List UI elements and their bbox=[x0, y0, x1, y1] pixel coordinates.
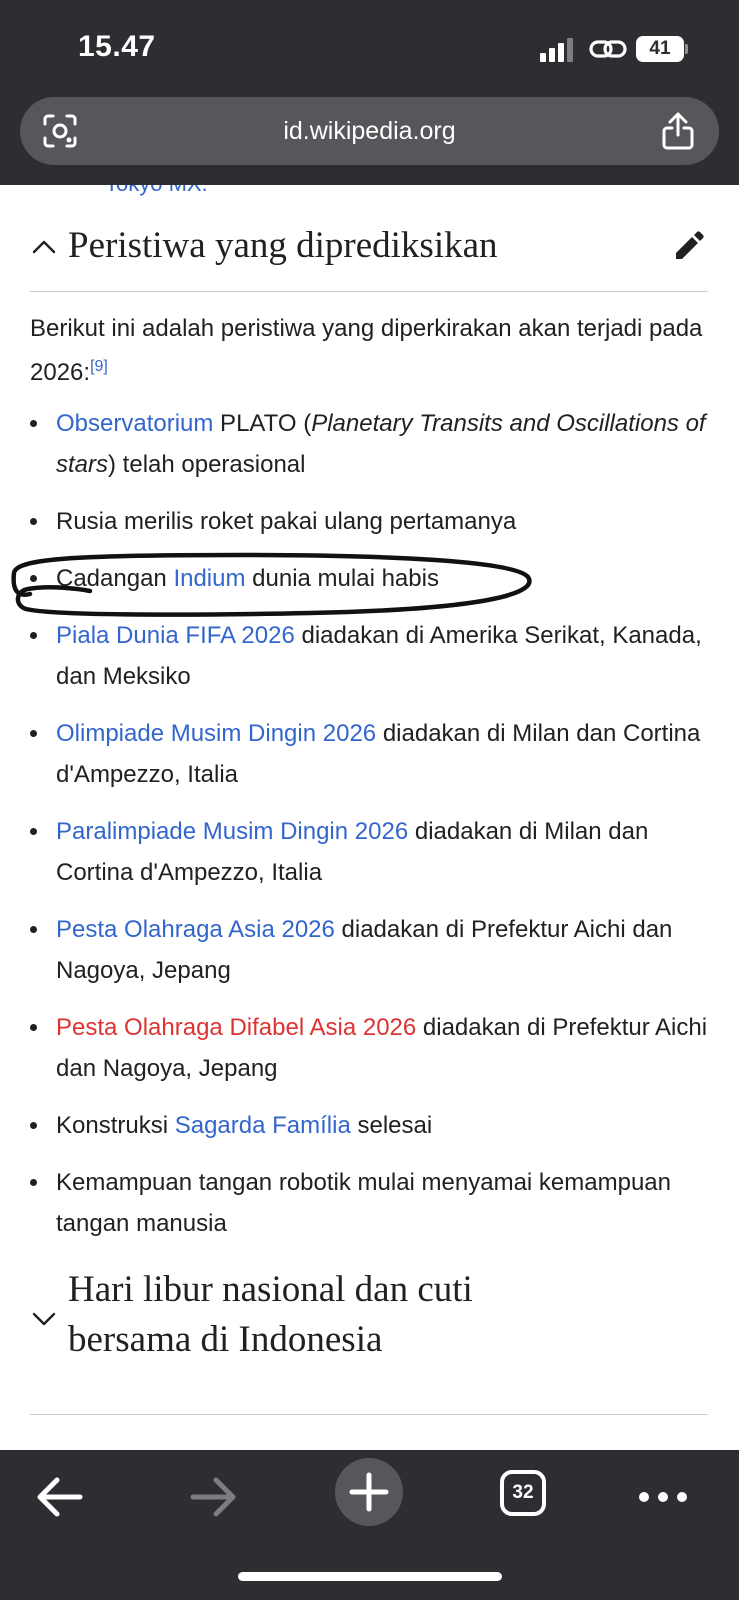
section-divider bbox=[30, 1414, 708, 1415]
browser-top-chrome: 15.47 41 id.wikipedia.org bbox=[0, 0, 739, 185]
url-text[interactable]: id.wikipedia.org bbox=[20, 97, 719, 165]
item-link[interactable]: Indium bbox=[173, 565, 245, 592]
item-link[interactable]: Sagarda Família bbox=[175, 1112, 351, 1139]
list-item: Rusia merilis roket pakai ulang pertaman… bbox=[30, 501, 720, 542]
list-item: Piala Dunia FIFA 2026 diadakan di Amerik… bbox=[30, 615, 720, 697]
list-item: Cadangan Indium dunia mulai habis bbox=[30, 558, 720, 599]
section-divider bbox=[30, 291, 708, 292]
section-intro: Berikut ini adalah peristiwa yang diperk… bbox=[30, 315, 703, 386]
article-content: Tokyo MX. Peristiwa yang diprediksikan B… bbox=[0, 185, 739, 1450]
section-title-holidays: Hari libur nasional dan cuti bersama di … bbox=[68, 1269, 473, 1360]
list-item: Observatorium PLATO (Planetary Transits … bbox=[30, 403, 720, 485]
browser-bottom-toolbar: 32 bbox=[0, 1450, 739, 1600]
tab-count: 32 bbox=[512, 1482, 534, 1503]
tokyo-mx-link[interactable]: Tokyo MX bbox=[105, 185, 202, 196]
item-link[interactable]: Piala Dunia FIFA 2026 bbox=[56, 622, 295, 649]
list-item: Konstruksi Sagarda Família selesai bbox=[30, 1105, 720, 1146]
list-item: Paralimpiade Musim Dingin 2026 diadakan … bbox=[30, 811, 720, 893]
chevron-up-icon[interactable] bbox=[30, 233, 58, 261]
forward-arrow-icon[interactable] bbox=[178, 1462, 248, 1532]
item-link[interactable]: Pesta Olahraga Asia 2026 bbox=[56, 916, 335, 943]
battery-icon: 41 bbox=[636, 36, 688, 62]
more-options-icon[interactable] bbox=[628, 1462, 698, 1532]
item-link[interactable]: Observatorium bbox=[56, 410, 213, 437]
cellular-signal-icon bbox=[540, 36, 576, 62]
list-item: Pesta Olahraga Asia 2026 diadakan di Pre… bbox=[30, 909, 720, 991]
item-redlink[interactable]: Pesta Olahraga Difabel Asia 2026 bbox=[56, 1014, 416, 1041]
section-title-events: Peristiwa yang diprediksikan bbox=[68, 225, 498, 266]
status-time: 15.47 bbox=[78, 30, 156, 63]
battery-level: 41 bbox=[649, 38, 671, 59]
list-item: Pesta Olahraga Difabel Asia 2026 diadaka… bbox=[30, 1007, 720, 1089]
tab-switcher-button[interactable]: 32 bbox=[490, 1460, 556, 1526]
address-bar[interactable]: id.wikipedia.org bbox=[20, 97, 719, 165]
list-item: Olimpiade Musim Dingin 2026 diadakan di … bbox=[30, 713, 720, 795]
section-header-events[interactable]: Peristiwa yang diprediksikan bbox=[30, 217, 708, 277]
chevron-down-icon[interactable] bbox=[30, 1305, 58, 1333]
events-list: Observatorium PLATO (Planetary Transits … bbox=[30, 403, 720, 1260]
previous-section-tail: Tokyo MX. bbox=[105, 185, 208, 197]
share-icon[interactable] bbox=[660, 111, 696, 151]
new-tab-plus-icon[interactable] bbox=[333, 1456, 405, 1528]
back-arrow-icon[interactable] bbox=[25, 1462, 95, 1532]
personal-hotspot-icon bbox=[589, 40, 627, 58]
edit-pencil-icon[interactable] bbox=[672, 229, 706, 263]
home-indicator[interactable] bbox=[238, 1572, 502, 1581]
list-item: Kemampuan tangan robotik mulai menyamai … bbox=[30, 1162, 720, 1244]
reference-link[interactable]: [9] bbox=[90, 358, 108, 375]
item-link[interactable]: Paralimpiade Musim Dingin 2026 bbox=[56, 818, 408, 845]
item-link[interactable]: Olimpiade Musim Dingin 2026 bbox=[56, 720, 376, 747]
section-header-holidays[interactable]: Hari libur nasional dan cuti bersama di … bbox=[30, 1265, 708, 1375]
